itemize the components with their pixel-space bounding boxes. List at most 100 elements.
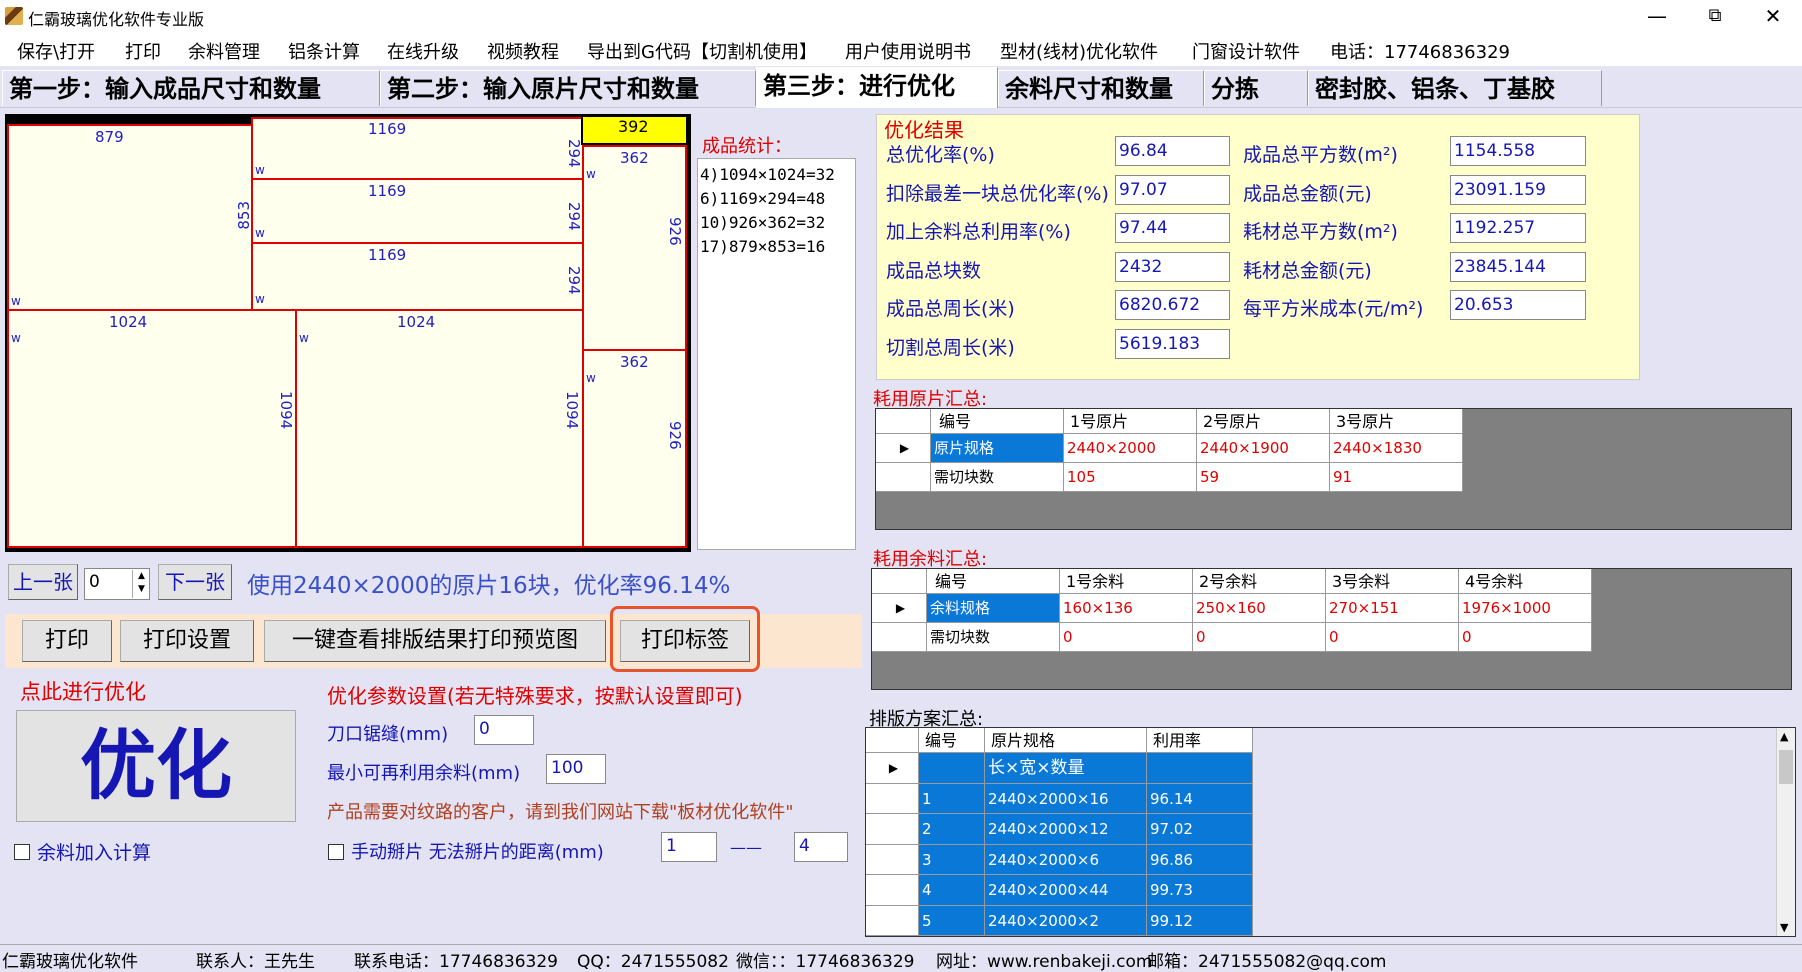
column-header: 编号 — [931, 409, 1064, 434]
piece-width-label: 1024 — [109, 313, 148, 331]
close-button[interactable]: ✕ — [1744, 0, 1802, 34]
piece-1169x294-c[interactable]: 1169 294 w — [251, 242, 584, 311]
min-reuse-input[interactable]: 100 — [546, 754, 606, 784]
result-value[interactable]: 1192.257 — [1450, 213, 1586, 243]
window-title: 仁霸玻璃优化软件专业版 — [28, 10, 205, 29]
row-header-corner — [866, 728, 919, 753]
result-value[interactable]: 6820.672 — [1115, 290, 1230, 320]
piece-879x853[interactable]: 879 853 w — [7, 124, 253, 311]
row-selector[interactable] — [866, 905, 919, 936]
kerf-input[interactable]: 0 — [474, 715, 534, 745]
plans-summary-table[interactable]: 编号 原片规格 利用率 ▶ 长×宽×数量 1 2440×2000×16 96.14 2 2440×… — [865, 727, 1796, 937]
result-value[interactable]: 23845.144 — [1450, 251, 1586, 282]
manual-split-checkbox[interactable] — [328, 844, 344, 860]
piece-1094x1024-b[interactable]: 1024 1094 w — [295, 309, 584, 548]
row-selector[interactable] — [866, 814, 919, 845]
tab-step2[interactable]: 第二步：输入原片尺寸和数量 — [380, 70, 756, 106]
print-settings-button[interactable]: 打印设置 — [120, 620, 254, 662]
table-cell — [919, 753, 985, 784]
row-selector[interactable]: ▶ — [866, 753, 919, 784]
menu-gcode[interactable]: 导出到G代码【切割机使用】 — [587, 38, 817, 64]
menu-leftover[interactable]: 余料管理 — [188, 38, 260, 64]
grain-mark: w — [586, 167, 596, 181]
menu-phone[interactable]: 电话：17746836329 — [1330, 38, 1510, 64]
status-email[interactable]: 邮箱：2471555082@qq.com — [1147, 947, 1386, 972]
tab-sealant[interactable]: 密封胶、铝条、丁基胶 — [1308, 70, 1602, 106]
status-website[interactable]: 网址：www.renbakeji.com — [936, 947, 1152, 972]
tab-step3[interactable]: 第三步：进行优化 — [756, 67, 998, 108]
row-selector[interactable] — [866, 783, 919, 814]
menu-video[interactable]: 视频教程 — [487, 38, 559, 64]
tab-sort[interactable]: 分拣 — [1204, 70, 1308, 106]
piece-width-label: 1024 — [397, 313, 436, 331]
table-cell: 0 — [1060, 623, 1193, 652]
scroll-up-icon[interactable]: ▲ — [1780, 730, 1788, 743]
menu-aluminum[interactable]: 铝条计算 — [288, 38, 360, 64]
cutting-layout-canvas[interactable]: 879 853 w 1169 294 w 1169 294 w 1169 294… — [5, 114, 691, 552]
result-value[interactable]: 2432 — [1115, 251, 1230, 282]
piece-1169x294-b[interactable]: 1169 294 w — [251, 178, 584, 244]
piece-1169x294-a[interactable]: 1169 294 w — [251, 117, 584, 180]
grain-mark: w — [255, 163, 265, 177]
next-sheet-button[interactable]: 下一张 — [158, 564, 232, 600]
scroll-thumb[interactable] — [1779, 750, 1793, 784]
stats-list[interactable]: 4)1094×1024=32 6)1169×294=48 10)926×362=… — [697, 158, 856, 550]
restore-button[interactable]: ⧉ — [1686, 0, 1744, 34]
grain-mark: w — [11, 294, 21, 308]
result-value[interactable]: 1154.558 — [1450, 136, 1586, 166]
include-leftover-label: 余料加入计算 — [37, 842, 152, 864]
print-preview-button[interactable]: 一键查看排版结果打印预览图 — [264, 620, 606, 662]
optimize-button[interactable]: 优化 — [16, 710, 296, 822]
plans-scrollbar[interactable]: ▲ ▼ — [1776, 728, 1795, 936]
split-distance-to-input[interactable]: 4 — [794, 832, 848, 862]
row-selector[interactable] — [876, 463, 931, 492]
row-selector[interactable]: ▶ — [876, 434, 931, 463]
scroll-down-icon[interactable]: ▼ — [1780, 921, 1788, 934]
column-header: 编号 — [919, 728, 985, 753]
tab-step1[interactable]: 第一步：输入成品尺寸和数量 — [2, 70, 380, 106]
table-cell: 2440×2000 — [1064, 434, 1197, 463]
results-title: 优化结果 — [884, 118, 964, 142]
leftovers-summary-table[interactable]: 编号 1号余料 2号余料 3号余料 4号余料 ▶ 余料规格 160×136 250×160 270… — [871, 568, 1792, 690]
result-label: 扣除最差一块总优化率(%) — [886, 182, 1109, 205]
split-distance-from-input[interactable]: 1 — [661, 832, 717, 862]
menu-manual[interactable]: 用户使用说明书 — [845, 38, 971, 64]
piece-width-label: 362 — [620, 353, 649, 371]
sheet-summary-text: 使用2440×2000的原片16块，优化率96.14% — [247, 573, 731, 599]
minimize-button[interactable]: — — [1628, 0, 1686, 34]
stats-line: 6)1169×294=48 — [700, 189, 826, 208]
row-selector[interactable] — [872, 623, 927, 652]
leftover-strip-392[interactable]: 392 — [581, 115, 688, 145]
tab-leftover[interactable]: 余料尺寸和数量 — [998, 70, 1204, 106]
piece-width-label: 362 — [620, 149, 649, 167]
menu-profile-software[interactable]: 型材(线材)优化软件 — [1000, 38, 1158, 64]
table-cell: 96.14 — [1147, 783, 1253, 814]
grain-mark: w — [255, 226, 265, 240]
menu-window-design[interactable]: 门窗设计软件 — [1192, 38, 1300, 64]
menu-save-open[interactable]: 保存\打开 — [17, 38, 95, 64]
result-value[interactable]: 97.44 — [1115, 213, 1230, 243]
row-header-corner — [872, 569, 927, 594]
piece-1094x1024-a[interactable]: 1024 1094 w — [7, 309, 297, 548]
result-value[interactable]: 97.07 — [1115, 174, 1230, 205]
piece-926x362-b[interactable]: 362 926 w — [582, 349, 687, 548]
sheets-summary-table[interactable]: 编号 1号原片 2号原片 3号原片 ▶ 原片规格 2440×2000 2440×1900 244… — [875, 408, 1792, 530]
spinner-arrows-icon[interactable]: ▲ ▼ — [132, 570, 150, 598]
print-button[interactable]: 打印 — [22, 620, 112, 662]
menu-upgrade[interactable]: 在线升级 — [387, 38, 459, 64]
piece-926x362-a[interactable]: 362 926 w — [582, 145, 687, 351]
row-selector[interactable] — [866, 844, 919, 875]
print-label-button[interactable]: 打印标签 — [620, 620, 750, 662]
prev-sheet-button[interactable]: 上一张 — [8, 564, 78, 600]
table-cell: 需切块数 — [931, 463, 1064, 492]
piece-width-label: 1169 — [368, 246, 407, 264]
result-value[interactable]: 23091.159 — [1450, 174, 1586, 205]
row-selector[interactable]: ▶ — [872, 594, 927, 623]
result-value[interactable]: 96.84 — [1115, 136, 1230, 166]
result-value[interactable]: 5619.183 — [1115, 328, 1230, 359]
row-selector[interactable] — [866, 875, 919, 906]
menu-print[interactable]: 打印 — [125, 38, 161, 64]
include-leftover-checkbox[interactable] — [14, 844, 30, 860]
result-value[interactable]: 20.653 — [1450, 290, 1586, 320]
stats-line: 17)879×853=16 — [700, 237, 826, 256]
